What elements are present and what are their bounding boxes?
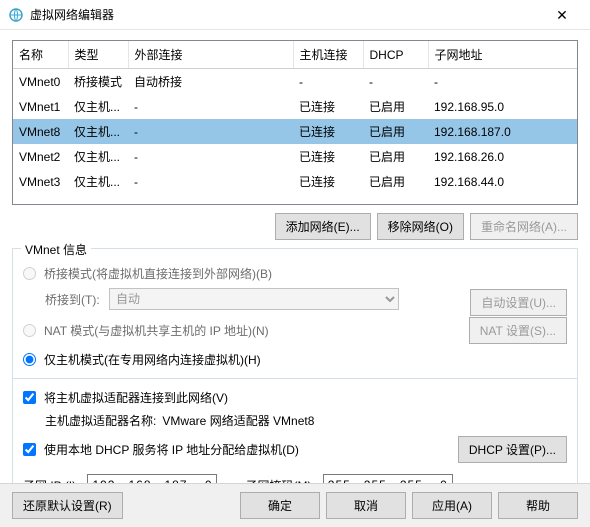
- table-header[interactable]: 类型: [68, 41, 128, 69]
- connect-host-adapter-checkbox[interactable]: 将主机虚拟适配器连接到此网络(V): [23, 389, 567, 406]
- hostonly-mode-radio[interactable]: 仅主机模式(在专用网络内连接虚拟机)(H): [23, 351, 567, 368]
- table-row[interactable]: VMnet8仅主机...-已连接已启用192.168.187.0: [13, 119, 577, 144]
- use-dhcp-checkbox[interactable]: 使用本地 DHCP 服务将 IP 地址分配给虚拟机(D): [23, 441, 299, 458]
- apply-button[interactable]: 应用(A): [412, 492, 492, 519]
- dialog-footer: 还原默认设置(R) 确定 取消 应用(A) 帮助: [0, 483, 590, 527]
- table-header[interactable]: 子网地址: [428, 41, 577, 69]
- add-network-button[interactable]: 添加网络(E)...: [275, 213, 371, 240]
- network-table[interactable]: 名称类型外部连接主机连接DHCP子网地址 VMnet0桥接模式自动桥接---VM…: [12, 40, 578, 205]
- dhcp-settings-button[interactable]: DHCP 设置(P)...: [458, 436, 567, 463]
- table-row[interactable]: VMnet0桥接模式自动桥接---: [13, 69, 577, 95]
- table-row[interactable]: VMnet1仅主机...-已连接已启用192.168.95.0: [13, 94, 577, 119]
- table-header[interactable]: DHCP: [363, 41, 428, 69]
- table-header[interactable]: 主机连接: [293, 41, 363, 69]
- window-title: 虚拟网络编辑器: [30, 6, 542, 23]
- help-button[interactable]: 帮助: [498, 492, 578, 519]
- close-icon[interactable]: ✕: [542, 1, 582, 29]
- nat-settings-button: NAT 设置(S)...: [469, 317, 567, 344]
- auto-settings-button: 自动设置(U)...: [470, 289, 567, 316]
- table-row[interactable]: VMnet2仅主机...-已连接已启用192.168.26.0: [13, 144, 577, 169]
- remove-network-button[interactable]: 移除网络(O): [377, 213, 464, 240]
- vmnet-info-group: VMnet 信息 桥接模式(将虚拟机直接连接到外部网络)(B) 桥接到(T): …: [12, 248, 578, 509]
- group-title: VMnet 信息: [21, 241, 91, 258]
- cancel-button[interactable]: 取消: [326, 492, 406, 519]
- bridge-to-label: 桥接到(T):: [45, 291, 103, 308]
- restore-defaults-button[interactable]: 还原默认设置(R): [12, 492, 123, 519]
- titlebar: 虚拟网络编辑器 ✕: [0, 0, 590, 30]
- app-icon: [8, 7, 24, 23]
- table-row[interactable]: VMnet3仅主机...-已连接已启用192.168.44.0: [13, 169, 577, 194]
- table-header[interactable]: 外部连接: [128, 41, 293, 69]
- adapter-name-label: 主机虚拟适配器名称:: [45, 412, 156, 429]
- nat-mode-radio[interactable]: NAT 模式(与虚拟机共享主机的 IP 地址)(N): [23, 322, 269, 339]
- adapter-name-value: VMware 网络适配器 VMnet8: [162, 412, 314, 429]
- table-header[interactable]: 名称: [13, 41, 68, 69]
- ok-button[interactable]: 确定: [240, 492, 320, 519]
- bridge-mode-radio[interactable]: 桥接模式(将虚拟机直接连接到外部网络)(B): [23, 265, 272, 282]
- bridge-to-select: 自动: [109, 288, 399, 310]
- divider: [13, 378, 577, 379]
- rename-network-button: 重命名网络(A)...: [470, 213, 578, 240]
